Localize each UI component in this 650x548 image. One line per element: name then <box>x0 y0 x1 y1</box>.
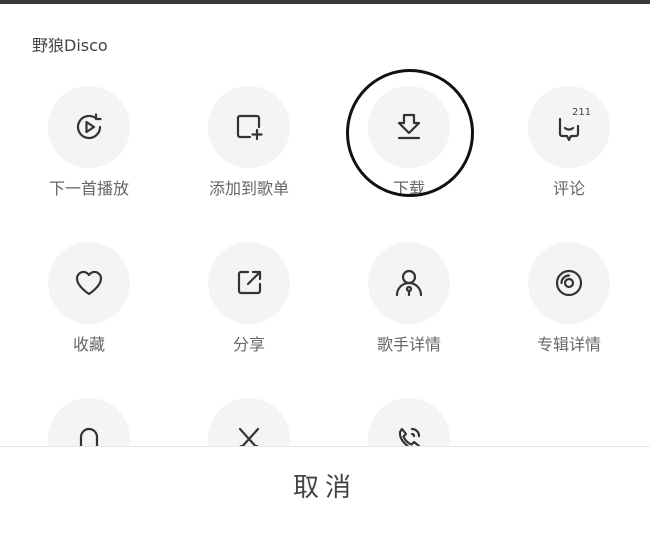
play-next-label: 下一首播放 <box>48 179 129 198</box>
artist-details-label: 歌手详情 <box>376 335 441 354</box>
favorite-button[interactable]: 收藏 <box>14 242 164 392</box>
heart-icon <box>75 270 103 296</box>
download-button[interactable]: 下载 <box>334 86 484 236</box>
play-next-icon <box>76 113 102 140</box>
share-icon <box>237 270 262 295</box>
favorite-label: 收藏 <box>72 335 105 354</box>
album-details-label: 专辑详情 <box>536 335 601 354</box>
artist-icon <box>395 269 423 297</box>
artist-details-button[interactable]: 歌手详情 <box>334 242 484 392</box>
download-icon <box>397 113 421 140</box>
song-title: 野狼Disco <box>32 36 108 55</box>
album-icon <box>555 269 583 297</box>
add-to-playlist-button[interactable]: 添加到歌单 <box>174 86 324 236</box>
download-label: 下载 <box>392 179 425 198</box>
share-label: 分享 <box>232 335 265 354</box>
comment-button[interactable]: 211 评论 <box>494 86 644 236</box>
share-button[interactable]: 分享 <box>174 242 324 392</box>
comment-label: 评论 <box>552 179 585 198</box>
cancel-button[interactable]: 取消 <box>0 467 650 504</box>
album-details-button[interactable]: 专辑详情 <box>494 242 644 392</box>
add-to-playlist-label: 添加到歌单 <box>208 179 289 198</box>
top-edge <box>0 0 650 4</box>
comment-count-badge: 211 <box>572 107 592 118</box>
play-next-button[interactable]: 下一首播放 <box>14 86 164 236</box>
cancel-bar[interactable]: 取消 <box>0 446 650 503</box>
add-to-playlist-icon <box>236 114 263 141</box>
